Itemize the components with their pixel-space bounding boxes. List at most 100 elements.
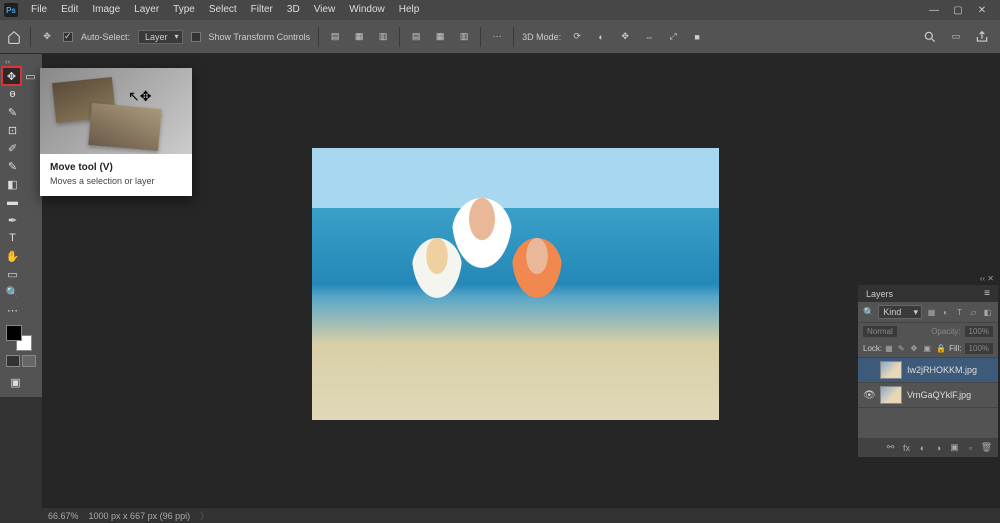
panel-menu-icon[interactable]: ≡ (984, 288, 990, 299)
layers-panel-tab[interactable]: Layers ≡ (858, 285, 998, 302)
auto-select-target[interactable]: Layer (138, 30, 183, 44)
hand-tool[interactable]: ✋ (3, 247, 22, 265)
separator (30, 27, 31, 47)
gradient-tool[interactable]: ▬ (3, 193, 22, 211)
menu-type[interactable]: Type (166, 0, 202, 20)
lasso-tool[interactable]: ɵ (3, 85, 22, 103)
filter-shape-icon[interactable]: ▱ (968, 307, 979, 318)
layer-visibility-icon[interactable]: 👁 (863, 390, 875, 401)
marquee-tool[interactable]: ▭ (21, 67, 40, 85)
zoom-level[interactable]: 66.67% (48, 511, 79, 521)
toolbar-collapse-icon[interactable]: ‹‹ (2, 56, 40, 67)
separator (480, 27, 481, 47)
layer-thumbnail[interactable] (880, 361, 902, 379)
layer-filter-select[interactable]: Kind (878, 305, 922, 319)
align-center-h-icon[interactable]: ▦ (351, 29, 367, 45)
show-transform-checkbox[interactable] (191, 32, 201, 42)
minimize-button[interactable]: — (926, 4, 942, 16)
3d-orbit-icon[interactable]: ⟳ (569, 29, 585, 45)
close-button[interactable]: ✕ (974, 4, 990, 16)
screen-mode-icon[interactable]: ▣ (6, 373, 25, 391)
fill-value[interactable]: 100% (965, 343, 993, 354)
align-left-icon[interactable]: ▤ (327, 29, 343, 45)
menu-select[interactable]: Select (202, 0, 244, 20)
layer-name[interactable]: VrnGaQYklF.jpg (907, 390, 971, 400)
align-bottom-icon[interactable]: ▥ (456, 29, 472, 45)
window-controls: — ▢ ✕ (926, 4, 996, 16)
type-tool[interactable]: T (3, 229, 22, 247)
color-swatches[interactable] (2, 323, 40, 353)
home-icon[interactable] (6, 29, 22, 45)
filter-pixel-icon[interactable]: ▦ (926, 307, 937, 318)
lock-transparency-icon[interactable]: ▦ (885, 344, 895, 353)
standard-mode-icon[interactable] (6, 355, 20, 367)
blend-mode-select[interactable]: Normal (863, 326, 897, 337)
auto-select-checkbox[interactable] (63, 32, 73, 42)
search-icon[interactable] (922, 29, 938, 45)
align-right-icon[interactable]: ▥ (375, 29, 391, 45)
shape-tool[interactable]: ▭ (3, 265, 22, 283)
link-layers-icon[interactable]: ⚯ (885, 442, 896, 453)
zoom-tool[interactable]: 🔍 (3, 283, 22, 301)
delete-layer-icon[interactable]: 🗑 (981, 442, 992, 453)
quickmask-mode-icon[interactable] (22, 355, 36, 367)
maximize-button[interactable]: ▢ (950, 4, 966, 16)
new-layer-icon[interactable]: ▫ (965, 442, 976, 453)
quick-select-tool[interactable]: ✎ (3, 103, 22, 121)
mask-mode-group (2, 353, 40, 369)
move-tool[interactable]: ✥ (2, 67, 21, 85)
canvas-image (312, 148, 719, 420)
3d-pan-icon[interactable]: ✥ (617, 29, 633, 45)
filter-type-icon[interactable]: T (954, 307, 965, 318)
share-icon[interactable] (974, 29, 990, 45)
lock-image-icon[interactable]: ✎ (898, 344, 908, 353)
layer-group-icon[interactable]: ▣ (949, 442, 960, 453)
align-top-icon[interactable]: ▤ (408, 29, 424, 45)
fill-label: Fill: (949, 344, 961, 353)
menu-window[interactable]: Window (342, 0, 392, 20)
workspace-icon[interactable]: ▭ (948, 29, 964, 45)
3d-slide-icon[interactable]: ⇔ (641, 29, 657, 45)
pen-tool[interactable]: ✒ (3, 211, 22, 229)
lock-all-icon[interactable]: 🔒 (936, 344, 946, 353)
auto-select-label: Auto-Select: (81, 32, 130, 42)
layer-name[interactable]: Iw2jRHOKKM.jpg (907, 365, 977, 375)
eraser-tool[interactable]: ◧ (3, 175, 22, 193)
menu-view[interactable]: View (307, 0, 343, 20)
3d-scale-icon[interactable]: ⤢ (665, 29, 681, 45)
lock-position-icon[interactable]: ✥ (911, 344, 921, 353)
status-chevron-icon[interactable]: 〉 (200, 509, 209, 522)
menu-image[interactable]: Image (85, 0, 127, 20)
menu-edit[interactable]: Edit (54, 0, 85, 20)
filter-search-icon[interactable]: 🔍 (863, 307, 874, 318)
brush-tool[interactable]: ✎ (3, 157, 22, 175)
align-center-v-icon[interactable]: ▦ (432, 29, 448, 45)
filter-adjust-icon[interactable]: ◐ (940, 307, 951, 318)
document-canvas[interactable] (312, 148, 719, 420)
foreground-color-swatch[interactable] (6, 325, 22, 341)
layer-row[interactable]: Iw2jRHOKKM.jpg (858, 358, 998, 383)
distribute-icon[interactable]: ⋯ (489, 29, 505, 45)
lock-artboard-icon[interactable]: ▣ (923, 344, 933, 353)
menu-filter[interactable]: Filter (244, 0, 280, 20)
opacity-value[interactable]: 100% (965, 326, 993, 337)
adjustment-layer-icon[interactable]: ◑ (933, 442, 944, 453)
move-tool-icon[interactable]: ✥ (39, 29, 55, 45)
layer-row[interactable]: 👁 VrnGaQYklF.jpg (858, 383, 998, 408)
layer-thumbnail[interactable] (880, 386, 902, 404)
3d-camera-icon[interactable]: ■ (689, 29, 705, 45)
lock-label: Lock: (863, 344, 882, 353)
3d-roll-icon[interactable]: ◐ (593, 29, 609, 45)
edit-toolbar-icon[interactable]: ⋯ (3, 301, 22, 319)
eyedropper-tool[interactable]: ✐ (3, 139, 22, 157)
filter-smart-icon[interactable]: ◧ (982, 307, 993, 318)
layer-fx-icon[interactable]: fx (901, 442, 912, 453)
menu-3d[interactable]: 3D (280, 0, 307, 20)
menu-help[interactable]: Help (392, 0, 427, 20)
menu-layer[interactable]: Layer (127, 0, 166, 20)
panel-collapse-icon[interactable]: ‹‹ ✕ (858, 272, 998, 285)
document-dimensions[interactable]: 1000 px x 667 px (96 ppi) (89, 511, 191, 521)
menu-file[interactable]: File (24, 0, 54, 20)
layer-mask-icon[interactable]: ◐ (917, 442, 928, 453)
crop-tool[interactable]: ⊡ (3, 121, 22, 139)
